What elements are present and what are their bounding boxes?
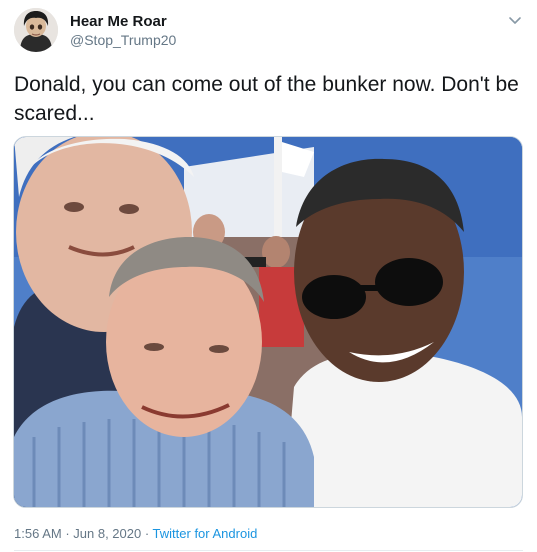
tweet-text: Donald, you can come out of the bunker n… — [14, 73, 525, 125]
tweet-card: Hear Me Roar @Stop_Trump20 Donald, you c… — [0, 0, 537, 552]
display-name[interactable]: Hear Me Roar — [70, 13, 176, 31]
author-block[interactable]: Hear Me Roar @Stop_Trump20 — [70, 13, 176, 49]
tweet-photo[interactable] — [13, 136, 523, 508]
avatar[interactable] — [14, 8, 58, 52]
chevron-down-icon[interactable] — [507, 12, 523, 28]
tweet-metadata: 1:56 AM · Jun 8, 2020 · Twitter for Andr… — [14, 526, 257, 542]
meta-separator: · — [61, 526, 74, 541]
meta-separator: · — [141, 526, 153, 541]
divider — [14, 550, 523, 551]
handle[interactable]: @Stop_Trump20 — [70, 31, 176, 49]
tweet-date[interactable]: Jun 8, 2020 — [73, 526, 141, 541]
tweet-source-link[interactable]: Twitter for Android — [153, 526, 258, 541]
tweet-time[interactable]: 1:56 AM — [14, 526, 62, 541]
